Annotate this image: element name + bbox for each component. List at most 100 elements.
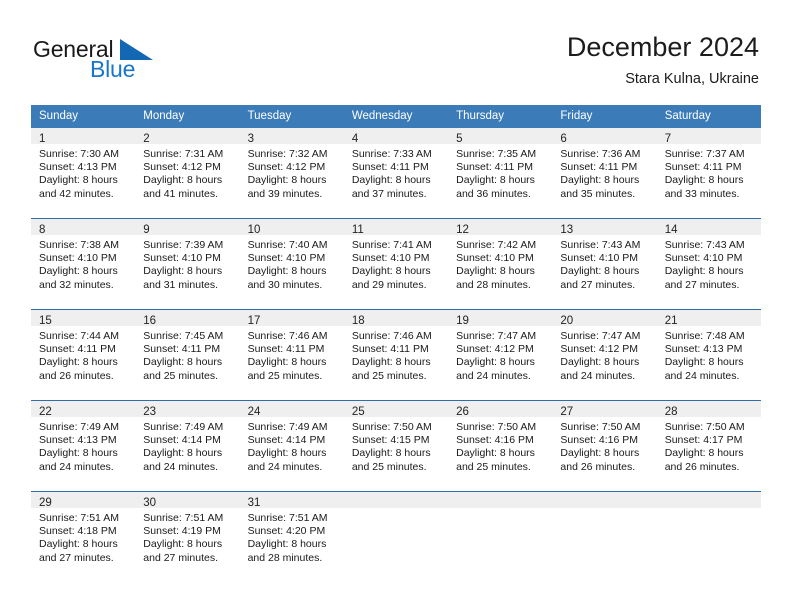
sunset-text: Sunset: 4:17 PM (664, 434, 743, 447)
sunrise-text: Sunrise: 7:44 AM (39, 330, 119, 342)
day-cell[interactable]: 22 Sunrise: 7:49 AM Sunset: 4:13 PM Dayl… (31, 401, 136, 491)
daylight-text-line2: and 27 minutes. (664, 278, 740, 291)
brand-logo[interactable]: General Blue (33, 36, 213, 86)
day-number: 9 (143, 224, 150, 236)
daylight-text-line2: and 24 minutes. (39, 460, 114, 473)
day-number: 29 (39, 497, 52, 509)
day-number-band: 4 (343, 128, 449, 145)
day-number-band: 18 (343, 310, 449, 327)
day-cell[interactable]: 9 Sunrise: 7:39 AM Sunset: 4:10 PM Dayli… (135, 219, 240, 309)
daylight-text-line2: and 25 minutes. (456, 460, 531, 473)
daylight-text-line1: Daylight: 8 hours (351, 174, 431, 187)
day-number-band: 2 (135, 128, 240, 145)
sunrise-text: Sunrise: 7:46 AM (247, 330, 328, 342)
day-cell[interactable]: 19 Sunrise: 7:47 AM Sunset: 4:12 PM Dayl… (448, 310, 553, 400)
sunset-text: Sunset: 4:13 PM (664, 343, 743, 356)
sunrise-text: Sunrise: 7:51 AM (143, 512, 224, 524)
day-cell[interactable]: 15 Sunrise: 7:44 AM Sunset: 4:11 PM Dayl… (31, 310, 136, 400)
daylight-text-line2: and 41 minutes. (143, 187, 218, 200)
daylight-text-line2: and 33 minutes. (664, 187, 740, 200)
day-number-band (552, 492, 657, 508)
day-info: Sunrise: 7:50 AM Sunset: 4:15 PM Dayligh… (344, 417, 448, 474)
weekday-header-thursday: Thursday (456, 110, 505, 122)
day-cell[interactable]: 6 Sunrise: 7:36 AM Sunset: 4:11 PM Dayli… (552, 128, 657, 218)
day-cell[interactable]: 17 Sunrise: 7:46 AM Sunset: 4:11 PM Dayl… (239, 310, 344, 400)
day-cell[interactable]: 3 Sunrise: 7:32 AM Sunset: 4:12 PM Dayli… (239, 128, 344, 218)
sunrise-text: Sunrise: 7:30 AM (39, 148, 119, 160)
sunset-text: Sunset: 4:11 PM (351, 343, 429, 356)
calendar-page: General Blue December 2024 Stara Kulna, … (0, 0, 792, 612)
day-cell[interactable]: 2 Sunrise: 7:31 AM Sunset: 4:12 PM Dayli… (135, 128, 240, 218)
day-info: Sunrise: 7:47 AM Sunset: 4:12 PM Dayligh… (448, 326, 552, 383)
day-cell[interactable]: 20 Sunrise: 7:47 AM Sunset: 4:12 PM Dayl… (552, 310, 657, 400)
day-cell[interactable]: 7 Sunrise: 7:37 AM Sunset: 4:11 PM Dayli… (656, 128, 761, 218)
day-number: 5 (456, 133, 463, 145)
sunrise-text: Sunrise: 7:33 AM (351, 148, 432, 160)
day-cell[interactable]: 14 Sunrise: 7:43 AM Sunset: 4:10 PM Dayl… (656, 219, 761, 309)
day-number-band: 5 (448, 128, 553, 145)
day-info: Sunrise: 7:49 AM Sunset: 4:13 PM Dayligh… (31, 417, 135, 474)
sunset-text: Sunset: 4:11 PM (664, 161, 742, 174)
day-info: Sunrise: 7:47 AM Sunset: 4:12 PM Dayligh… (552, 326, 656, 383)
day-number: 11 (351, 224, 364, 236)
day-info: Sunrise: 7:42 AM Sunset: 4:10 PM Dayligh… (448, 235, 552, 292)
day-cell[interactable]: 18 Sunrise: 7:46 AM Sunset: 4:11 PM Dayl… (343, 310, 449, 400)
day-cell[interactable]: 26 Sunrise: 7:50 AM Sunset: 4:16 PM Dayl… (448, 401, 553, 491)
day-number-band: 10 (239, 219, 344, 236)
day-info: Sunrise: 7:35 AM Sunset: 4:11 PM Dayligh… (448, 144, 552, 201)
day-number-band: 21 (656, 310, 761, 327)
day-number: 8 (39, 224, 46, 236)
day-number: 25 (351, 406, 365, 418)
day-info: Sunrise: 7:51 AM Sunset: 4:18 PM Dayligh… (31, 508, 135, 565)
sunrise-text: Sunrise: 7:35 AM (456, 148, 537, 160)
day-cell[interactable]: 25 Sunrise: 7:50 AM Sunset: 4:15 PM Dayl… (343, 401, 449, 491)
day-cell[interactable]: 21 Sunrise: 7:48 AM Sunset: 4:13 PM Dayl… (656, 310, 761, 400)
sunset-text: Sunset: 4:19 PM (143, 525, 221, 538)
sunset-text: Sunset: 4:12 PM (143, 161, 221, 174)
day-number-band: 24 (239, 401, 344, 418)
daylight-text-line1: Daylight: 8 hours (247, 265, 327, 278)
day-cell[interactable]: 13 Sunrise: 7:43 AM Sunset: 4:10 PM Dayl… (552, 219, 657, 309)
day-cell[interactable]: 28 Sunrise: 7:50 AM Sunset: 4:17 PM Dayl… (656, 401, 761, 491)
sunset-text: Sunset: 4:10 PM (247, 252, 326, 265)
day-cell[interactable]: 10 Sunrise: 7:40 AM Sunset: 4:10 PM Dayl… (239, 219, 344, 309)
day-info: Sunrise: 7:43 AM Sunset: 4:10 PM Dayligh… (552, 235, 656, 292)
day-info: Sunrise: 7:45 AM Sunset: 4:11 PM Dayligh… (135, 326, 239, 383)
daylight-text-line1: Daylight: 8 hours (143, 447, 223, 460)
day-number-band: 12 (448, 219, 553, 236)
day-number: 16 (143, 315, 157, 327)
day-number-band: 6 (552, 128, 657, 145)
day-number: 12 (456, 224, 469, 236)
day-cell[interactable]: 1 Sunrise: 7:30 AM Sunset: 4:13 PM Dayli… (31, 128, 136, 218)
sunset-text: Sunset: 4:13 PM (39, 434, 117, 447)
day-cell-empty (552, 492, 657, 582)
day-cell[interactable]: 24 Sunrise: 7:49 AM Sunset: 4:14 PM Dayl… (239, 401, 344, 491)
day-cell[interactable]: 23 Sunrise: 7:49 AM Sunset: 4:14 PM Dayl… (135, 401, 240, 491)
day-cell[interactable]: 30 Sunrise: 7:51 AM Sunset: 4:19 PM Dayl… (135, 492, 240, 582)
sunset-text: Sunset: 4:13 PM (39, 161, 117, 174)
day-cell[interactable]: 4 Sunrise: 7:33 AM Sunset: 4:11 PM Dayli… (343, 128, 449, 218)
day-cell[interactable]: 8 Sunrise: 7:38 AM Sunset: 4:10 PM Dayli… (31, 219, 136, 309)
sunrise-text: Sunrise: 7:51 AM (247, 512, 328, 524)
weekday-header-friday: Friday (560, 110, 593, 122)
day-number: 30 (143, 497, 157, 509)
day-cell[interactable]: 16 Sunrise: 7:45 AM Sunset: 4:11 PM Dayl… (135, 310, 240, 400)
day-cell[interactable]: 11 Sunrise: 7:41 AM Sunset: 4:10 PM Dayl… (343, 219, 449, 309)
daylight-text-line1: Daylight: 8 hours (456, 356, 535, 369)
sunset-text: Sunset: 4:11 PM (143, 343, 221, 356)
week-row: 29 Sunrise: 7:51 AM Sunset: 4:18 PM Dayl… (31, 491, 761, 582)
sunset-text: Sunset: 4:10 PM (39, 252, 117, 265)
day-number: 19 (456, 315, 469, 327)
sunrise-text: Sunrise: 7:32 AM (247, 148, 328, 160)
daylight-text-line1: Daylight: 8 hours (143, 538, 223, 551)
day-cell[interactable]: 12 Sunrise: 7:42 AM Sunset: 4:10 PM Dayl… (448, 219, 553, 309)
day-cell[interactable]: 5 Sunrise: 7:35 AM Sunset: 4:11 PM Dayli… (448, 128, 553, 218)
day-cell[interactable]: 27 Sunrise: 7:50 AM Sunset: 4:16 PM Dayl… (552, 401, 657, 491)
day-cell[interactable]: 31 Sunrise: 7:51 AM Sunset: 4:20 PM Dayl… (239, 492, 344, 582)
day-number-band (343, 492, 449, 508)
sunset-text: Sunset: 4:16 PM (560, 434, 639, 447)
day-info: Sunrise: 7:31 AM Sunset: 4:12 PM Dayligh… (135, 144, 239, 201)
sunrise-text: Sunrise: 7:47 AM (560, 330, 641, 342)
day-cell[interactable]: 29 Sunrise: 7:51 AM Sunset: 4:18 PM Dayl… (31, 492, 136, 582)
sunset-text: Sunset: 4:10 PM (143, 252, 221, 265)
